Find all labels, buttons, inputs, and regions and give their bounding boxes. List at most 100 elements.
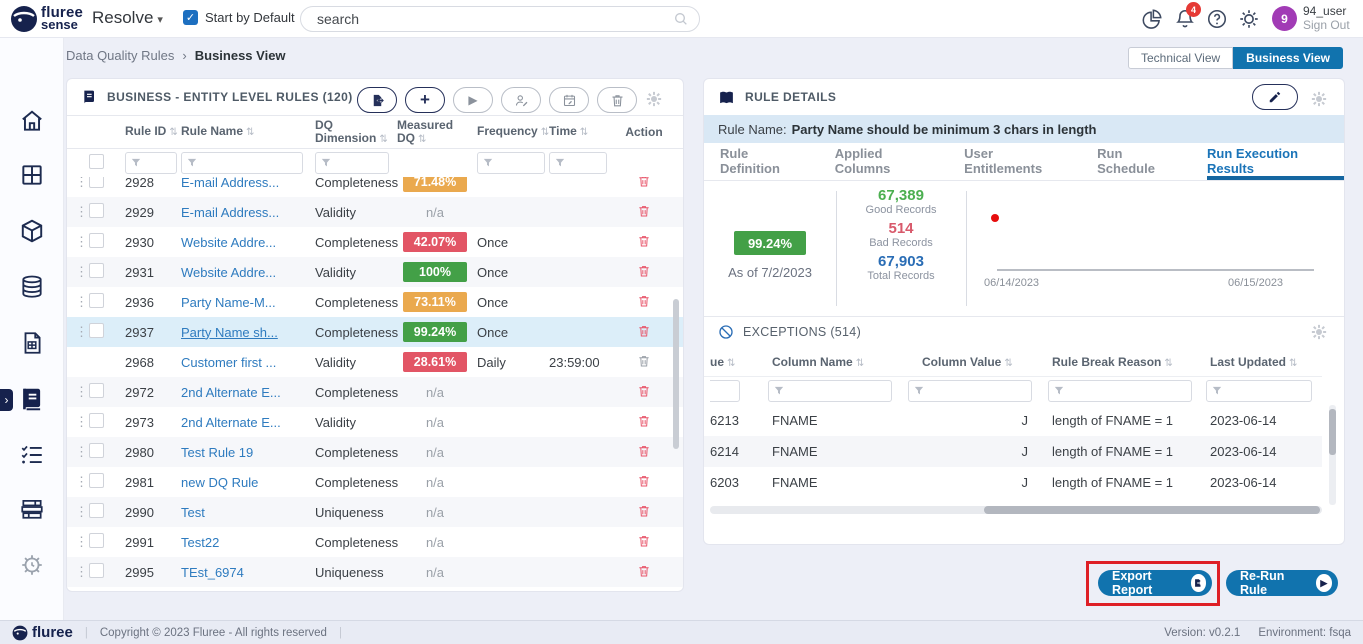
exception-row[interactable]: 6214FNAMEJlength of FNAME = 12023-06-14 [704,436,1322,467]
drag-handle-icon[interactable]: ⋮ [75,474,89,490]
table-row[interactable]: ⋮29722nd Alternate E...Completenessn/a [67,377,683,407]
delete-icon[interactable] [637,444,651,458]
rule-name-link[interactable]: Party Name sh... [181,325,278,340]
rule-name-link[interactable]: TEst_6974 [181,565,244,580]
filter-input[interactable] [1206,380,1312,402]
tab-rule-definition[interactable]: Rule Definition [720,143,809,180]
col-column-name[interactable]: Column Name⇅ [758,355,898,369]
filter-input[interactable] [125,152,177,174]
filter-input[interactable] [477,152,545,174]
table-row[interactable]: ⋮2991Test22Completenessn/a [67,527,683,557]
exceptions-horizontal-scrollbar[interactable] [710,506,1322,514]
row-checkbox[interactable] [89,293,104,308]
col-measured-dq[interactable]: Measured DQ⇅ [397,119,473,146]
row-checkbox[interactable] [89,233,104,248]
delete-icon[interactable] [637,564,651,578]
row-checkbox[interactable] [89,473,104,488]
row-checkbox[interactable] [89,203,104,218]
filter-input[interactable] [908,380,1032,402]
rule-name-link[interactable]: E-mail Address... [181,205,279,220]
col-dq-dimension[interactable]: DQ Dimension⇅ [315,119,397,146]
table-row[interactable]: ⋮2928E-mail Address...Completeness71.48% [67,177,683,197]
search-input[interactable] [317,11,673,27]
exceptions-vertical-scrollbar[interactable] [1329,409,1336,455]
add-rule-button[interactable]: + [405,87,445,113]
row-checkbox[interactable] [89,443,104,458]
rule-name-link[interactable]: 2nd Alternate E... [181,385,281,400]
edit-rule-button[interactable] [1252,84,1298,110]
drag-handle-icon[interactable]: ⋮ [75,234,89,250]
tab-applied-columns[interactable]: Applied Columns [835,143,938,180]
sidebar-item-report-file-icon[interactable] [19,330,45,356]
row-checkbox[interactable] [89,383,104,398]
col-rule-id[interactable]: Rule ID⇅ [119,125,181,139]
drag-handle-icon[interactable]: ⋮ [75,564,89,580]
col-key-value[interactable]: ue⇅ [710,355,758,369]
row-checkbox[interactable] [89,533,104,548]
user-entitlement-button[interactable] [501,87,541,113]
row-checkbox[interactable] [89,177,104,188]
filter-input[interactable] [181,152,303,174]
col-last-updated[interactable]: Last Updated⇅ [1198,355,1316,369]
product-menu[interactable]: Resolve▾ [92,8,163,28]
rule-name-link[interactable]: Test22 [181,535,219,550]
avatar[interactable]: 9 [1272,6,1297,31]
chart-data-point[interactable] [991,214,999,222]
row-checkbox[interactable] [89,503,104,518]
help-icon[interactable] [1206,8,1228,30]
rule-name-link[interactable]: Customer first ... [181,355,276,370]
technical-view-button[interactable]: Technical View [1128,47,1233,69]
drag-handle-icon[interactable]: ⋮ [75,204,89,220]
rule-name-link[interactable]: Test Rule 19 [181,445,253,460]
col-rule-break-reason[interactable]: Rule Break Reason⇅ [1038,355,1198,369]
rule-name-link[interactable]: Website Addre... [181,265,276,280]
row-checkbox[interactable] [89,323,104,338]
tab-run-schedule[interactable]: Run Schedule [1097,143,1181,180]
delete-rules-button[interactable] [597,87,637,113]
row-checkbox[interactable] [89,263,104,278]
table-row[interactable]: ⋮29732nd Alternate E...Validityn/a [67,407,683,437]
drag-handle-icon[interactable]: ⋮ [75,504,89,520]
delete-icon[interactable] [637,264,651,278]
filter-input[interactable] [710,380,740,402]
rerun-rule-button[interactable]: Re-Run Rule ▶ [1226,570,1338,596]
exceptions-settings-gear-icon[interactable] [1310,323,1328,341]
table-row[interactable]: ⋮2929E-mail Address...Validityn/a [67,197,683,227]
delete-icon[interactable] [637,294,651,308]
drag-handle-icon[interactable]: ⋮ [75,294,89,310]
search-box[interactable] [300,6,700,32]
delete-icon[interactable] [637,177,651,188]
select-all-checkbox[interactable] [89,154,104,169]
rules-vertical-scrollbar[interactable] [673,299,679,449]
drag-handle-icon[interactable]: ⋮ [75,177,89,190]
table-settings-gear-icon[interactable] [645,90,663,108]
row-checkbox[interactable] [89,413,104,428]
delete-icon[interactable] [637,234,651,248]
drag-handle-icon[interactable]: ⋮ [75,264,89,280]
sidebar-item-cube-icon[interactable] [19,218,45,244]
filter-input[interactable] [1048,380,1192,402]
tab-run-execution-results[interactable]: Run Execution Results [1207,143,1344,180]
table-row[interactable]: ⋮2990TestUniquenessn/a [67,497,683,527]
row-checkbox[interactable] [89,563,104,578]
rule-name-link[interactable]: Party Name-M... [181,295,276,310]
sidebar-item-grid-icon[interactable] [19,162,45,188]
delete-icon[interactable] [637,414,651,428]
col-rule-name[interactable]: Rule Name⇅ [181,125,315,139]
filter-input[interactable] [768,380,892,402]
delete-icon[interactable] [637,384,651,398]
delete-icon[interactable] [637,354,651,368]
delete-icon[interactable] [637,534,651,548]
sidebar-item-scheduler-gear-icon[interactable] [19,552,45,578]
table-row[interactable]: ⋮2936Party Name-M...Completeness73.11%On… [67,287,683,317]
export-report-button[interactable]: Export Report [1098,570,1212,596]
sidebar-item-stack-icon[interactable] [19,496,45,522]
table-row[interactable]: ⋮2980Test Rule 19Completenessn/a [67,437,683,467]
rule-name-link[interactable]: Website Addre... [181,235,276,250]
filter-input[interactable] [315,152,389,174]
run-rules-button[interactable]: ▶ [453,87,493,113]
rule-name-link[interactable]: new DQ Rule [181,475,258,490]
sidebar-item-home-icon[interactable] [19,108,45,134]
start-by-default-checkbox[interactable]: ✓ [183,10,198,25]
rule-name-link[interactable]: Test [181,505,205,520]
